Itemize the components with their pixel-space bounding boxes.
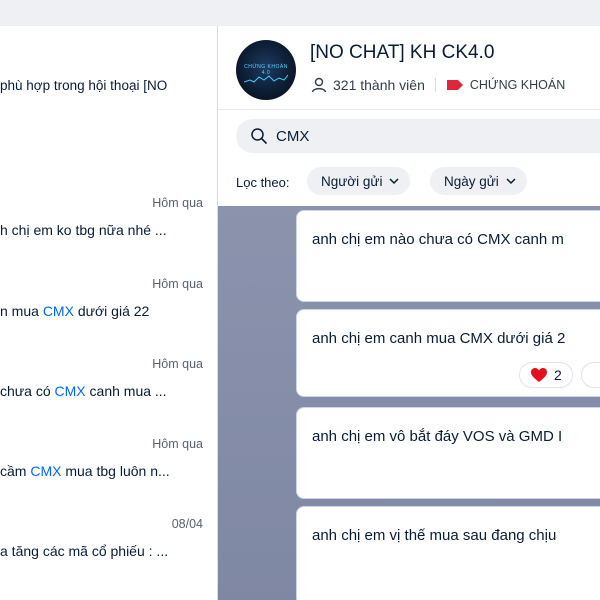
header-divider — [218, 109, 600, 110]
conversation-panel: CHỨNG KHOÁN 4.0 [NO CHAT] KH CK4.0 321 t… — [218, 26, 600, 600]
result-item[interactable]: Hôm qua cầm CMX mua tbg luôn n... — [0, 437, 217, 507]
group-avatar[interactable]: CHỨNG KHOÁN 4.0 — [236, 40, 296, 100]
message-search-input[interactable] — [276, 125, 576, 147]
search-results-panel: phù hợp trong hội thoại [NO Hôm qua h ch… — [0, 26, 217, 600]
filter-date-label: Ngày gửi — [444, 173, 499, 189]
message-bubble[interactable]: anh chị em vị thế mua sau đang chịu — [296, 506, 600, 600]
result-snippet: n mua CMX dưới giá 22 — [0, 303, 150, 319]
group-title: [NO CHAT] KH CK4.0 — [310, 42, 495, 63]
message-bubble[interactable]: anh chị em nào chưa có CMX canh m — [296, 210, 600, 302]
member-icon — [311, 77, 327, 93]
message-text: anh chị em canh mua CMX dưới giá 2 — [312, 330, 566, 347]
filter-sender-dropdown[interactable]: Người gửi — [307, 167, 411, 195]
message-text: anh chị em nào chưa có CMX canh m — [312, 231, 564, 248]
meta-separator — [434, 78, 436, 92]
reaction-heart[interactable]: 2 — [519, 362, 573, 388]
result-time: Hôm qua — [152, 277, 203, 291]
add-reaction-button[interactable] — [581, 362, 600, 388]
result-snippet: a tăng các mã cổ phiếu : ... — [0, 543, 169, 559]
reaction-count: 2 — [554, 367, 562, 383]
message-text: anh chị em vô bắt đáy VOS và GMD I — [312, 428, 563, 445]
group-tag-label[interactable]: CHỨNG KHOÁN — [470, 78, 565, 92]
result-item[interactable]: Hôm qua chưa có CMX canh mua ... — [0, 357, 217, 427]
filter-label: Lọc theo: — [236, 175, 290, 190]
top-window-strip — [0, 0, 600, 26]
chevron-down-icon — [389, 178, 399, 185]
result-item[interactable]: Hôm qua h chị em ko tbg nữa nhé ... — [0, 196, 217, 266]
result-time: 08/04 — [171, 517, 203, 531]
result-snippet: h chị em ko tbg nữa nhé ... — [0, 222, 167, 238]
search-icon — [251, 128, 267, 144]
result-snippet: chưa có CMX canh mua ... — [0, 383, 167, 399]
message-search-box[interactable] — [236, 119, 600, 153]
result-item[interactable]: Hôm qua n mua CMX dưới giá 22 — [0, 277, 217, 347]
chart-line-icon — [244, 74, 288, 83]
heart-icon — [531, 368, 547, 382]
tag-icon — [446, 80, 463, 90]
result-time: Hôm qua — [152, 196, 203, 210]
result-snippet: cầm CMX mua tbg luôn n... — [0, 463, 170, 479]
group-meta: 321 thành viên CHỨNG KHOÁN — [310, 76, 565, 94]
filter-date-dropdown[interactable]: Ngày gửi — [430, 167, 527, 195]
result-time: Hôm qua — [152, 437, 203, 451]
message-text: anh chị em vị thế mua sau đang chịu — [312, 527, 557, 544]
result-item[interactable]: 08/04 a tăng các mã cổ phiếu : ... — [0, 517, 217, 587]
member-count[interactable]: 321 thành viên — [333, 77, 425, 93]
message-list: anh chị em nào chưa có CMX canh m anh ch… — [218, 206, 600, 600]
message-bubble[interactable]: anh chị em canh mua CMX dưới giá 2 2 — [296, 309, 600, 397]
results-intro-text: phù hợp trong hội thoại [NO — [0, 78, 168, 93]
filter-sender-label: Người gửi — [321, 173, 383, 189]
result-time: Hôm qua — [152, 357, 203, 371]
chevron-down-icon — [506, 178, 516, 185]
message-bubble[interactable]: anh chị em vô bắt đáy VOS và GMD I — [296, 407, 600, 499]
